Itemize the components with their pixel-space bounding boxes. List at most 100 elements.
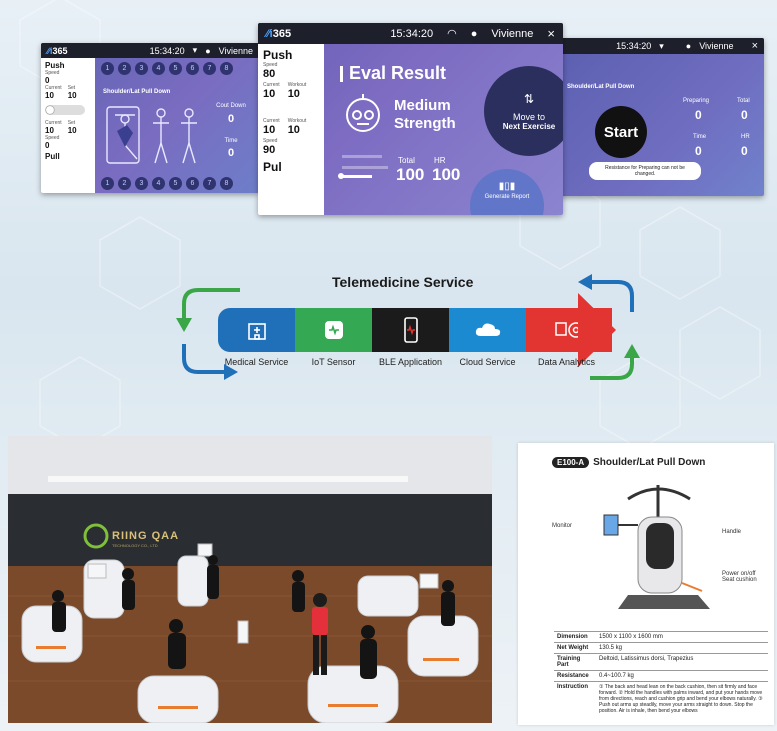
score-bar-fill (342, 175, 372, 178)
speed-value-2: 90 (263, 144, 276, 156)
cloud-icon (475, 323, 500, 336)
countdown-label: Cout Down (216, 103, 246, 109)
exercise-2-button[interactable]: 2 (118, 62, 131, 75)
spec-key: Net Weight (554, 642, 596, 654)
wifi-icon: ▾ (659, 40, 664, 51)
gym-photo: RIING QAA TECHNOLOGY CO., LTD (8, 436, 492, 723)
total-value: 0 (741, 108, 748, 122)
exercise-3-button[interactable]: 3 (135, 62, 148, 75)
pull-label: Pull (45, 152, 60, 161)
start-button[interactable]: Start (595, 106, 647, 158)
set-value-2: 10 (67, 126, 77, 135)
clock: 15:34:20 (390, 27, 434, 40)
current-value-2: 10 (263, 124, 276, 136)
app-logo: ∕∕i365 (266, 27, 292, 40)
control-panel: Push Speed 0 Current 10 Set 10 Current 1… (41, 58, 95, 193)
user-icon: ● (470, 27, 478, 40)
spec-title: E100-A Shoulder/Lat Pull Down (552, 457, 705, 468)
spec-key: Training Part (554, 653, 596, 671)
spec-row: Instruction ① The back and head lean on t… (554, 681, 768, 716)
exercise-5-button[interactable]: 5 (169, 62, 182, 75)
smartphone-icon (403, 317, 418, 343)
status-bar: ∕∕i365 15:34:20 ▾ ● Vivienne (41, 43, 259, 58)
exercise-1-button[interactable]: 1 (101, 177, 114, 190)
score-bar-bg-2 (342, 166, 388, 169)
close-icon[interactable]: × (752, 40, 758, 52)
label-data-analytics: Data Analytics (537, 357, 596, 367)
callout-seat: Power on/off Seat cushion (722, 571, 757, 583)
exercise-title: Shoulder/Lat Pull Down (103, 89, 171, 95)
exercise-7-button[interactable]: 7 (203, 62, 216, 75)
spec-value: 0.4~100.7 kg (596, 670, 768, 682)
spec-value: Deltoid, Latissimus dorsi, Trapezius (596, 653, 768, 671)
exercise-8-button[interactable]: 8 (220, 62, 233, 75)
close-icon[interactable]: × (547, 26, 555, 41)
label-ble-application: BLE Application (378, 357, 443, 367)
next-exercise-label-1: Move to (512, 111, 545, 122)
spec-row: Training Part Deltoid, Latissimus dorsi, … (554, 653, 768, 671)
flow-arrowhead (578, 293, 616, 367)
spec-row: Net Weight 130.5 kg (554, 642, 768, 654)
current-value-2: 10 (45, 126, 54, 135)
hr-value: 100 (432, 165, 461, 184)
next-exercise-button[interactable]: ⇅ Move to Next Exercise (484, 66, 563, 156)
exercise-8-button[interactable]: 8 (220, 177, 233, 190)
spec-title-text: Shoulder/Lat Pull Down (593, 457, 706, 468)
pull-label: Pul (263, 160, 282, 174)
workout-value: 10 (287, 88, 300, 100)
total-label: Total (398, 156, 415, 165)
segment-cloud-service (449, 308, 526, 352)
mode-toggle[interactable] (45, 105, 85, 115)
exercise-6-button[interactable]: 6 (186, 177, 199, 190)
segment-medical-service (218, 308, 295, 352)
spec-row: Resistance 0.4~100.7 kg (554, 670, 768, 682)
exercise-3-button[interactable]: 3 (135, 177, 148, 190)
eval-result-screen: ∕∕i365 15:34:20 ◠ ● Vivienne × Push Spee… (258, 23, 563, 215)
speed-value-2: 0 (45, 141, 50, 150)
control-panel: Push Speed 80 Current 10 Workout 10 Curr… (258, 44, 324, 215)
spec-sheet: E100-A Shoulder/Lat Pull Down Monitor Ha… (518, 443, 774, 725)
service-strip (218, 308, 612, 352)
exercise-5-button[interactable]: 5 (169, 177, 182, 190)
hr-value: 0 (741, 144, 748, 158)
spec-row: Dimension 1500 x 1100 x 1600 mm (554, 631, 768, 643)
preparing-label: Preparing (683, 98, 710, 104)
push-label: Push (263, 48, 293, 62)
speed-value: 0 (45, 76, 50, 85)
spec-key: Resistance (554, 670, 596, 682)
generate-report-button[interactable]: ▮▯▮ Generate Report (470, 169, 544, 215)
hr-label: HR (741, 134, 750, 140)
exercise-4-button[interactable]: 4 (152, 62, 165, 75)
model-badge: E100-A (552, 457, 590, 468)
status-bar: 15:34:20 ▾ ● Vivienne × (559, 38, 764, 54)
wifi-icon: ▾ (192, 45, 198, 55)
robot-icon (346, 94, 380, 132)
exercise-2-button[interactable]: 2 (118, 177, 131, 190)
eval-title: Eval Result (340, 63, 446, 84)
callout-monitor: Monitor (552, 523, 573, 529)
user-name: Vivienne (218, 45, 253, 56)
label-medical-service: Medical Service (224, 357, 289, 367)
clock: 15:34:20 (149, 45, 185, 56)
speed-value: 80 (263, 68, 276, 80)
exercise-4-button[interactable]: 4 (152, 177, 165, 190)
label-cloud-service: Cloud Service (459, 357, 516, 367)
exercise-6-button[interactable]: 6 (186, 62, 199, 75)
exercise-illustration (106, 106, 197, 164)
next-exercise-icon: ⇅ (523, 91, 535, 106)
total-value: 100 (396, 165, 425, 184)
exercise-1-button[interactable]: 1 (101, 62, 114, 75)
time-value: 0 (695, 144, 702, 158)
wifi-icon: ◠ (447, 28, 457, 40)
countdown-value: 0 (227, 113, 235, 125)
app-logo: ∕∕i365 (47, 45, 68, 56)
score-bar-bg (342, 155, 382, 158)
toast-message: Resistance for Preparing can not be chan… (589, 162, 701, 180)
machine-illustration (603, 485, 710, 609)
label-iot-sensor: IoT Sensor (311, 357, 356, 367)
hospital-icon (247, 323, 266, 340)
hr-label: HR (434, 156, 446, 165)
exercise-7-button[interactable]: 7 (203, 177, 216, 190)
segment-iot-sensor (295, 308, 372, 352)
gym-brand: RIING QAA (112, 530, 180, 542)
